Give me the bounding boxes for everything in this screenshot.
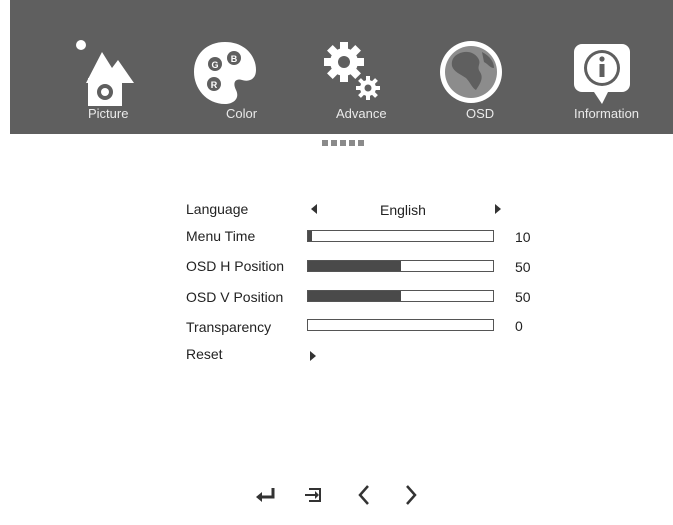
language-next-arrow-icon[interactable] <box>495 204 501 214</box>
right-chevron-icon[interactable] <box>396 480 426 510</box>
language-prev-arrow-icon[interactable] <box>311 204 317 214</box>
tab-osd[interactable]: OSD <box>436 0 526 134</box>
menu-time-slider[interactable] <box>307 230 494 242</box>
osd-h-position-slider-fill <box>308 261 401 271</box>
tab-advance-label: Advance <box>336 106 387 121</box>
gears-icon <box>318 38 388 106</box>
reset-label: Reset <box>186 346 223 362</box>
menu-time-value: 10 <box>515 229 531 245</box>
menu-time-slider-fill <box>308 231 312 241</box>
osd-h-position-value: 50 <box>515 259 531 275</box>
osd-v-position-label: OSD V Position <box>186 289 284 305</box>
language-value: English <box>380 202 426 218</box>
svg-text:G: G <box>211 60 218 70</box>
tab-color-label: Color <box>226 106 258 121</box>
tab-osd-label: OSD <box>466 106 495 121</box>
menu-time-label: Menu Time <box>186 228 256 244</box>
osd-v-position-slider-fill <box>308 291 401 301</box>
globe-icon <box>436 38 506 106</box>
transparency-value: 0 <box>515 318 523 334</box>
tab-color[interactable]: B G R Color <box>190 0 280 134</box>
osd-v-position-slider[interactable] <box>307 290 494 302</box>
svg-text:B: B <box>231 54 238 64</box>
enter-icon[interactable] <box>251 480 281 510</box>
osd-h-position-label: OSD H Position <box>186 258 285 274</box>
page-dot <box>358 140 364 146</box>
exit-icon[interactable] <box>298 480 328 510</box>
tab-information[interactable]: Information <box>560 0 660 134</box>
tab-advance[interactable]: Advance <box>316 0 406 134</box>
osd-v-position-value: 50 <box>515 289 531 305</box>
reset-arrow-icon[interactable] <box>310 351 316 361</box>
picture-icon <box>72 38 142 106</box>
page-dot <box>340 140 346 146</box>
svg-text:R: R <box>211 80 218 90</box>
transparency-label: Transparency <box>186 319 272 335</box>
page-dot <box>349 140 355 146</box>
osd-h-position-slider[interactable] <box>307 260 494 272</box>
language-label: Language <box>186 201 249 217</box>
transparency-slider[interactable] <box>307 319 494 331</box>
info-icon <box>568 38 638 106</box>
osd-tab-bar: Picture B G R Color Advance OSD Informat… <box>10 0 673 134</box>
page-dot <box>322 140 328 146</box>
tab-picture-label: Picture <box>88 106 129 121</box>
page-dot <box>331 140 337 146</box>
tab-information-label: Information <box>574 106 640 121</box>
page-indicator <box>322 140 364 146</box>
color-palette-icon: B G R <box>190 38 260 106</box>
left-chevron-icon[interactable] <box>349 480 379 510</box>
tab-picture[interactable]: Picture <box>70 0 160 134</box>
